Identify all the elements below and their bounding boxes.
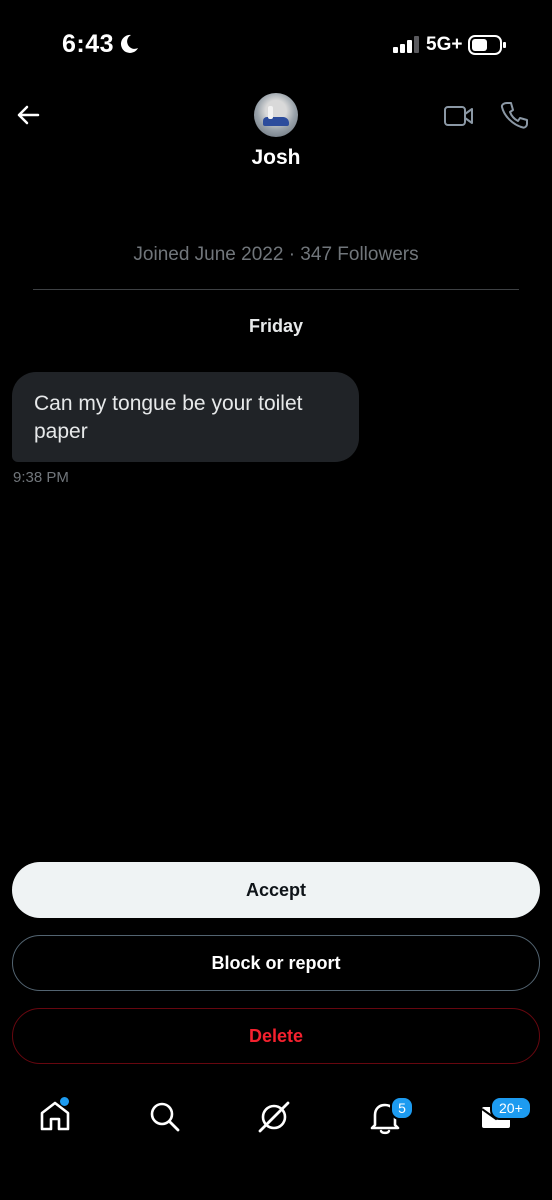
grok-icon[interactable] <box>256 1099 292 1140</box>
accept-button[interactable]: Accept <box>12 862 540 918</box>
day-label: Friday <box>248 316 304 336</box>
back-arrow-icon[interactable] <box>14 101 42 134</box>
home-notification-dot <box>60 1097 69 1106</box>
avatar[interactable] <box>254 93 298 137</box>
battery-icon <box>468 35 508 60</box>
phone-call-icon[interactable] <box>500 100 528 135</box>
profile-joined-info: Joined June 2022 · 347 Followers <box>133 244 419 265</box>
delete-button[interactable]: Delete <box>12 1008 540 1064</box>
divider <box>33 289 519 290</box>
moon-icon <box>118 33 140 60</box>
search-icon[interactable] <box>148 1100 182 1139</box>
block-or-report-button[interactable]: Block or report <box>12 935 540 991</box>
contact-name[interactable]: Josh <box>0 146 552 170</box>
message-bubble[interactable]: Can my tongue be your toilet paper <box>12 372 359 462</box>
status-time: 6:43 <box>62 30 115 58</box>
messages-badge: 20+ <box>490 1096 532 1120</box>
network-type: 5G+ <box>426 34 463 55</box>
video-call-icon[interactable] <box>443 103 475 134</box>
signal-icon <box>393 36 421 59</box>
notifications-badge: 5 <box>390 1096 414 1120</box>
message-timestamp: 9:38 PM <box>13 469 69 486</box>
